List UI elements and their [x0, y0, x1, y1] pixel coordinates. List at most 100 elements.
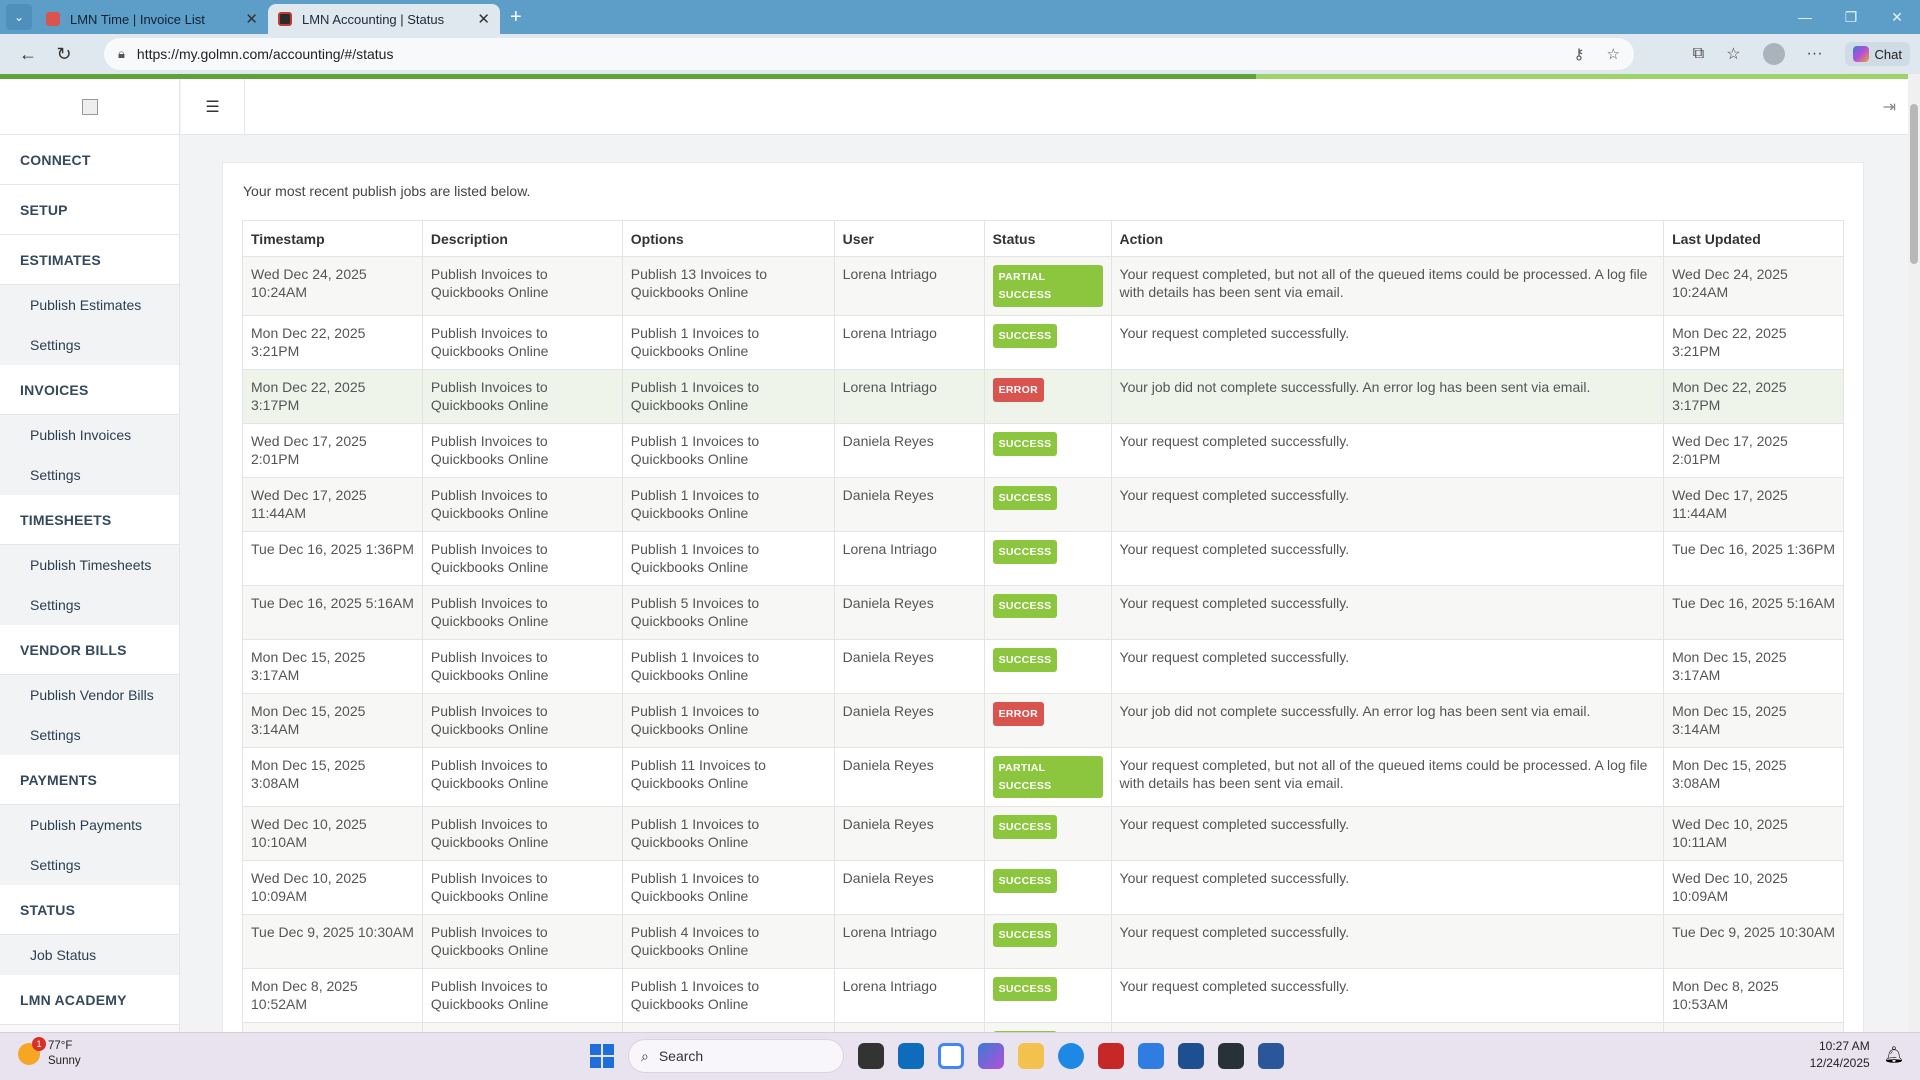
back-icon[interactable]: ←	[10, 44, 46, 65]
cell-description: Publish Invoices to Quickbooks Online	[421, 914, 623, 969]
windows-taskbar: 1 77°F Sunny ⌕ Search 10:27 AM 12/24/202…	[0, 1032, 1920, 1080]
favorite-star-icon[interactable]: ☆	[1607, 45, 1620, 63]
sidebar-item-job-status[interactable]: Job Status	[0, 935, 179, 975]
sidebar-item-publish-timesheets[interactable]: Publish Timesheets	[0, 545, 179, 585]
close-tab-icon[interactable]: ✕	[245, 10, 258, 28]
search-placeholder: Search	[658, 1048, 704, 1064]
sidebar-section-connect[interactable]: CONNECT	[0, 135, 179, 185]
close-window-icon[interactable]: ✕	[1874, 0, 1920, 34]
sidebar-item-publish-invoices[interactable]: Publish Invoices	[0, 415, 179, 455]
table-row: Mon Dec 15, 2025 3:17AM Publish Invoices …	[242, 639, 1844, 694]
new-tab-icon[interactable]: +	[510, 6, 522, 29]
cell-description: Publish Invoices to Quickbooks Online	[421, 477, 623, 532]
restore-icon[interactable]: ❐	[1828, 0, 1874, 34]
sidebar-item-invoices-settings[interactable]: Settings	[0, 455, 179, 495]
taskbar-search[interactable]: ⌕ Search	[628, 1039, 844, 1073]
google-icon[interactable]	[938, 1043, 964, 1069]
tab-list-icon[interactable]: ⌄	[6, 4, 32, 30]
copilot-chat-button[interactable]: Chat	[1844, 42, 1910, 66]
sidebar-section-estimates[interactable]: ESTIMATES	[0, 235, 179, 285]
sidebar-section-vendor-bills[interactable]: VENDOR BILLS	[0, 625, 179, 675]
cell-action: Your request completed successfully.	[1110, 968, 1665, 1023]
windows-start-icon[interactable]	[590, 1044, 614, 1068]
cell-action: Your request completed successfully.	[1110, 531, 1665, 586]
cell-description: Publish Invoices to Quickbooks Online	[421, 806, 623, 861]
tab-title: LMN Time | Invoice List	[70, 11, 205, 27]
table-row: Wed Dec 10, 2025 10:10AM Publish Invoices…	[242, 806, 1844, 861]
logout-icon[interactable]: ⇥	[1883, 97, 1896, 117]
file-explorer-icon[interactable]	[1018, 1043, 1044, 1069]
reload-icon[interactable]: ↻	[46, 44, 82, 65]
cell-timestamp: Mon Dec 15, 2025 3:14AM	[242, 693, 423, 748]
cell-user: Lorena Intriago	[833, 914, 985, 969]
notifications-icon[interactable]: 🔔︎	[1884, 1045, 1904, 1065]
word-icon[interactable]	[1258, 1043, 1284, 1069]
copilot-app-icon[interactable]	[978, 1043, 1004, 1069]
password-key-icon[interactable]: ⚷	[1574, 45, 1585, 63]
extensions-icon[interactable]: ⧉	[1693, 45, 1704, 63]
lock-icon[interactable]: 🔒︎	[118, 46, 125, 62]
column-header-user[interactable]: User	[833, 220, 985, 257]
status-badge: SUCCESS	[992, 869, 1058, 893]
cell-description: Publish Invoices to Quickbooks Online	[421, 639, 623, 694]
hamburger-menu-icon[interactable]: ☰	[181, 79, 245, 135]
task-view-icon[interactable]	[858, 1043, 884, 1069]
cell-last-updated: Mon Dec 15, 2025 3:08AM	[1663, 747, 1844, 807]
cell-options: Publish 1 Invoices to Quickbooks Online	[621, 315, 835, 370]
todo-icon[interactable]	[1138, 1043, 1164, 1069]
remote-desktop-icon[interactable]	[1178, 1043, 1204, 1069]
sidebar-item-timesheets-settings[interactable]: Settings	[0, 585, 179, 625]
profile-avatar[interactable]	[1762, 43, 1785, 65]
more-menu-icon[interactable]: ···	[1807, 45, 1823, 63]
column-header-timestamp[interactable]: Timestamp	[242, 220, 423, 257]
cell-options: Publish 4 Invoices to Quickbooks Online	[621, 914, 835, 969]
minimize-icon[interactable]: —	[1782, 0, 1828, 34]
sidebar-item-publish-estimates[interactable]: Publish Estimates	[0, 285, 179, 325]
column-header-description[interactable]: Description	[421, 220, 623, 257]
table-row: Tue Dec 9, 2025 10:30AM Publish Invoices …	[242, 914, 1844, 969]
sidebar-item-vendor-bills-settings[interactable]: Settings	[0, 715, 179, 755]
sidebar-section-payments[interactable]: PAYMENTS	[0, 755, 179, 805]
weather-widget[interactable]: 1 77°F Sunny	[18, 1037, 81, 1069]
cell-options: Publish 1 Invoices to Quickbooks Online	[621, 806, 835, 861]
page-scrollbar[interactable]	[1908, 74, 1920, 1032]
cell-user: Daniela Reyes	[833, 693, 985, 748]
weather-temperature: 77°F	[48, 1040, 73, 1052]
column-header-options[interactable]: Options	[621, 220, 835, 257]
address-bar[interactable]: 🔒︎ https://my.golmn.com/accounting/#/sta…	[104, 38, 1634, 70]
cell-status: SUCCESS	[983, 639, 1112, 694]
cell-last-updated: Wed Dec 17, 2025 11:44AM	[1663, 477, 1844, 532]
scrollbar-thumb[interactable]	[1910, 104, 1918, 264]
cell-action: Your request completed successfully.	[1110, 585, 1665, 640]
sidebar-item-publish-vendor-bills[interactable]: Publish Vendor Bills	[0, 675, 179, 715]
column-header-last-updated[interactable]: Last Updated	[1663, 220, 1844, 257]
quickbooks-icon[interactable]	[1218, 1043, 1244, 1069]
column-header-action[interactable]: Action	[1110, 220, 1665, 257]
logo[interactable]	[0, 79, 179, 135]
cell-action: Your request completed successfully.	[1110, 806, 1665, 861]
sidebar-section-timesheets[interactable]: TIMESHEETS	[0, 495, 179, 545]
lmn-favicon-icon	[46, 12, 60, 26]
close-tab-icon[interactable]: ✕	[477, 10, 490, 28]
sidebar-item-publish-payments[interactable]: Publish Payments	[0, 805, 179, 845]
mcafee-icon[interactable]	[1098, 1043, 1124, 1069]
sidebar-section-status[interactable]: STATUS	[0, 885, 179, 935]
favorites-icon[interactable]: ☆	[1726, 44, 1740, 64]
tab-accounting-status[interactable]: LMN Accounting | Status ✕	[268, 4, 500, 34]
cell-user: Daniela Reyes	[833, 860, 985, 915]
tab-invoice-list[interactable]: LMN Time | Invoice List ✕	[36, 4, 268, 34]
table-row: Wed Dec 17, 2025 2:01PM Publish Invoices …	[242, 423, 1844, 478]
sidebar-section-invoices[interactable]: INVOICES	[0, 365, 179, 415]
sidebar-item-payments-settings[interactable]: Settings	[0, 845, 179, 885]
status-badge: SUCCESS	[992, 648, 1058, 672]
edge-icon[interactable]	[1058, 1043, 1084, 1069]
column-header-status[interactable]: Status	[983, 220, 1112, 257]
cell-user: Daniela Reyes	[833, 423, 985, 478]
sidebar-item-estimates-settings[interactable]: Settings	[0, 325, 179, 365]
outlook-icon[interactable]	[898, 1043, 924, 1069]
sidebar-section-lmn-academy[interactable]: LMN ACADEMY	[0, 975, 179, 1025]
cell-last-updated: Mon Dec 22, 2025 3:17PM	[1663, 369, 1844, 424]
clock-time: 10:27 AM	[1818, 1039, 1870, 1053]
cell-options: Publish 11 Invoices to Quickbooks Online	[621, 747, 835, 807]
sidebar-section-setup[interactable]: SETUP	[0, 185, 179, 235]
